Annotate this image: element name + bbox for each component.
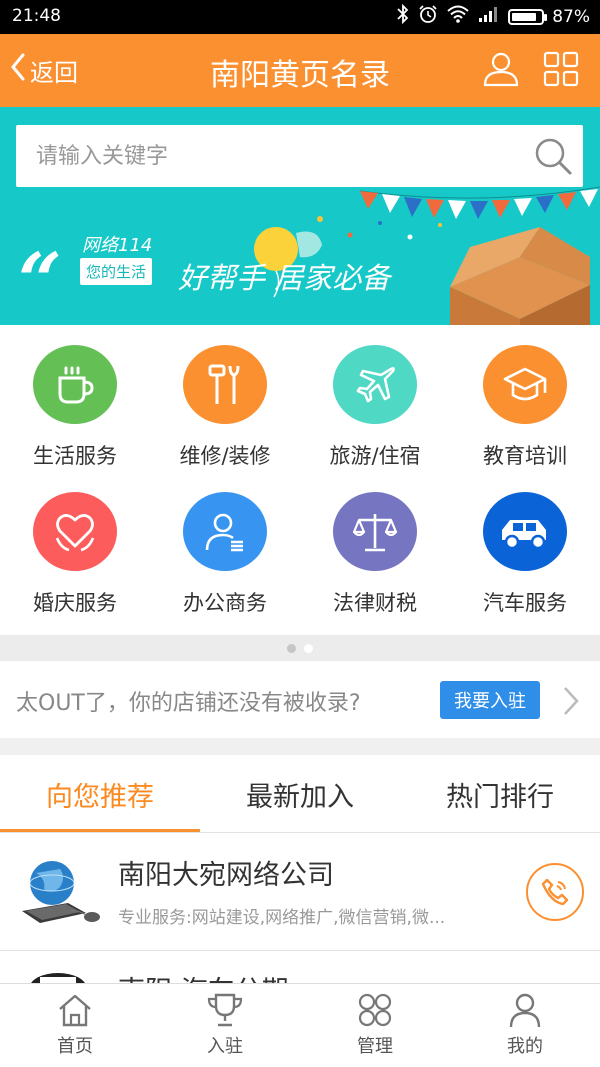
bottom-tab-home[interactable]: 首页 (0, 984, 150, 1067)
promo-bar: 太OUT了，你的店铺还没有被收录? 我要入驻 (0, 661, 600, 738)
back-label: 返回 (30, 58, 78, 87)
back-button[interactable]: 返回 (10, 52, 78, 88)
tab-recommended[interactable]: 向您推荐 (0, 755, 200, 833)
banner[interactable]: “ 网络114 您的生活 好帮手 居家必备 (0, 107, 600, 325)
category-label: 维修/装修 (179, 444, 271, 468)
category-education[interactable]: 教育培训 (450, 325, 600, 470)
category-auto[interactable]: 汽车服务 (450, 472, 600, 617)
bottom-nav: 首页 入驻 管理 我的 (0, 983, 600, 1067)
person-card-icon (183, 492, 267, 571)
category-label: 教育培训 (483, 444, 567, 468)
list-item[interactable]: 南阳 汽车分期 (0, 951, 600, 983)
home-icon (59, 994, 91, 1027)
bluetooth-icon (396, 3, 410, 29)
category-life-services[interactable]: 生活服务 (0, 325, 150, 470)
globe-computer-thumb (22, 861, 100, 923)
signal-icon (478, 5, 500, 28)
status-time: 21:48 (12, 6, 61, 26)
chevron-right-icon[interactable] (562, 685, 580, 721)
category-grid: 生活服务 维修/装修 旅游/住宿 教育培训 婚庆服务 办公商务 法律财税 汽车服… (0, 325, 600, 635)
phone-icon[interactable] (526, 863, 584, 921)
business-desc: 专业服务:网站建设,网络推广,微信营销,微... (118, 908, 446, 928)
category-legal[interactable]: 法律财税 (300, 472, 450, 617)
graduation-cap-icon (483, 345, 567, 424)
tab-popular[interactable]: 热门排行 (400, 755, 600, 833)
scales-icon (333, 492, 417, 571)
bottom-tab-label: 管理 (357, 1036, 393, 1057)
page-dot (287, 643, 296, 653)
bottom-tab-profile[interactable]: 我的 (450, 984, 600, 1067)
car-icon (483, 492, 567, 571)
category-label: 婚庆服务 (33, 591, 117, 615)
bottom-tab-join[interactable]: 入驻 (150, 984, 300, 1067)
category-label: 生活服务 (33, 444, 117, 468)
search-icon[interactable] (523, 126, 583, 186)
bottom-tab-label: 入驻 (207, 1036, 243, 1057)
tab-indicator (0, 829, 200, 832)
category-travel[interactable]: 旅游/住宿 (300, 325, 450, 470)
user-icon[interactable] (482, 50, 520, 88)
join-button[interactable]: 我要入驻 (440, 681, 540, 719)
grid-icon[interactable] (542, 50, 580, 88)
heart-icon (33, 492, 117, 571)
business-name: 南阳大宛网络公司 (118, 860, 334, 891)
business-name: 南阳 汽车分期 (118, 969, 289, 983)
bottom-tab-manage[interactable]: 管理 (300, 984, 450, 1067)
airplane-icon (333, 345, 417, 424)
banner-brand: 网络114 (82, 235, 153, 256)
promo-text: 太OUT了，你的店铺还没有被收录? (16, 691, 361, 716)
profile-icon (509, 993, 541, 1028)
tab-newest[interactable]: 最新加入 (200, 755, 400, 833)
bottom-tab-label: 首页 (57, 1036, 93, 1057)
quote-mark-icon: “ (18, 236, 62, 325)
category-wedding[interactable]: 婚庆服务 (0, 472, 150, 617)
page-dot (304, 643, 313, 653)
bottom-tab-label: 我的 (507, 1036, 543, 1057)
category-label: 旅游/住宿 (329, 444, 421, 468)
category-label: 办公商务 (183, 591, 267, 615)
search-bar (16, 125, 583, 187)
business-list: 南阳大宛网络公司 专业服务:网站建设,网络推广,微信营销,微... 南阳 汽车分… (0, 833, 600, 983)
list-item[interactable]: 南阳大宛网络公司 专业服务:网站建设,网络推广,微信营销,微... (0, 833, 600, 951)
page-indicator (0, 635, 600, 661)
banner-tag: 您的生活 (80, 258, 153, 285)
chevron-left-icon (10, 52, 26, 88)
alarm-icon (418, 4, 438, 29)
wifi-icon (446, 4, 470, 29)
tab-bar: 向您推荐 最新加入 热门排行 (0, 755, 600, 833)
manage-grid-icon (358, 993, 392, 1027)
status-icons: 87% (396, 3, 590, 29)
category-label: 汽车服务 (483, 591, 567, 615)
category-label: 法律财税 (333, 591, 417, 615)
category-repair[interactable]: 维修/装修 (150, 325, 300, 470)
logo-thumb (31, 973, 85, 983)
battery-icon (508, 8, 548, 25)
tools-icon (183, 345, 267, 424)
nav-bar: 返回 南阳黄页名录 (0, 34, 600, 107)
category-office[interactable]: 办公商务 (150, 472, 300, 617)
banner-slogan: 好帮手 居家必备 (178, 261, 391, 295)
trophy-icon (207, 993, 243, 1027)
status-bar: 21:48 87% (0, 0, 600, 34)
coffee-cup-icon (33, 345, 117, 424)
search-input[interactable] (16, 125, 523, 187)
battery-percent: 87% (552, 6, 590, 27)
